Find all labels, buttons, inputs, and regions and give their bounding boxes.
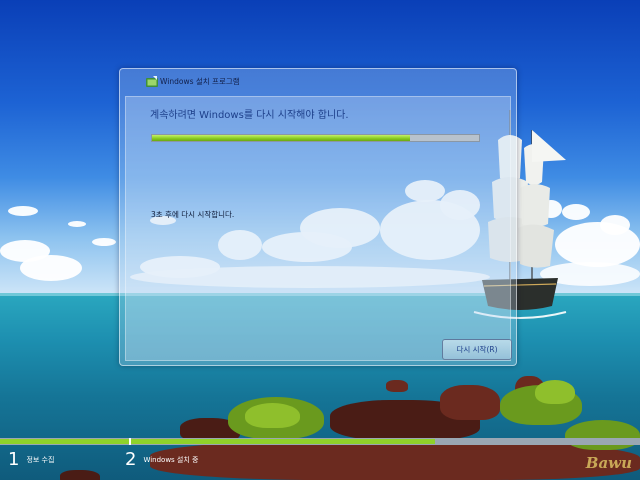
step-number: 2 [125, 449, 137, 470]
rock [150, 440, 640, 480]
cloud [20, 255, 82, 281]
rock [60, 470, 100, 480]
setup-step-progress-fill [0, 439, 436, 444]
step-number: 1 [8, 449, 20, 470]
bush [245, 403, 300, 428]
bush [565, 420, 640, 450]
step-collect-info: 1 정보 수집 [8, 449, 54, 470]
restart-progress-fill [152, 135, 411, 141]
cloud [92, 238, 116, 246]
cloud [8, 206, 38, 216]
rock [386, 380, 408, 392]
restart-button[interactable]: 다시 시작(R) [442, 339, 512, 360]
setup-step-progress-bar [0, 438, 640, 445]
restart-heading: 계속하려면 Windows를 다시 시작해야 합니다. [150, 110, 349, 121]
dialog-title: Windows 설치 프로그램 [160, 76, 240, 86]
step-label: Windows 설치 중 [143, 455, 199, 464]
step-separator [129, 438, 131, 445]
dialog-content: 계속하려면 Windows를 다시 시작해야 합니다. 3초 후에 다시 시작합… [125, 96, 511, 361]
restart-progress-bar [151, 134, 480, 142]
rock [440, 385, 500, 420]
countdown-text: 3초 후에 다시 시작합니다. [151, 210, 235, 219]
cloud [600, 215, 630, 235]
watermark-logo: Bawu [585, 454, 632, 472]
bush [535, 380, 575, 404]
step-label: 정보 수집 [26, 455, 55, 464]
setup-app-icon [146, 76, 158, 87]
step-installing: 2 Windows 설치 중 [125, 449, 198, 470]
dialog-titlebar[interactable]: Windows 설치 프로그램 [120, 69, 516, 93]
setup-dialog: Windows 설치 프로그램 계속하려면 Windows를 다시 시작해야 합… [119, 68, 517, 366]
cloud [68, 221, 86, 227]
